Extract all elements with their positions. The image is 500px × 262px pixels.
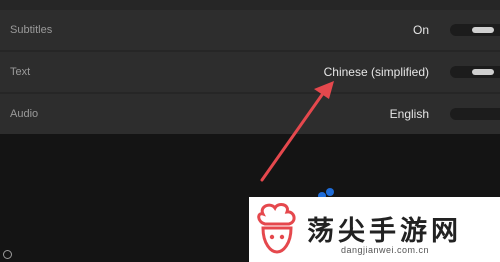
loading-dot: [326, 188, 334, 196]
watermark-name: 荡尖手游网: [307, 216, 462, 247]
watermark-url: dangjianwei.com.cn: [341, 245, 430, 255]
corner-circle-icon[interactable]: [3, 250, 12, 259]
chef-logo-icon: [257, 203, 296, 254]
watermark-logo: 荡尖手游网 dangjianwei.com.cn: [249, 197, 500, 262]
